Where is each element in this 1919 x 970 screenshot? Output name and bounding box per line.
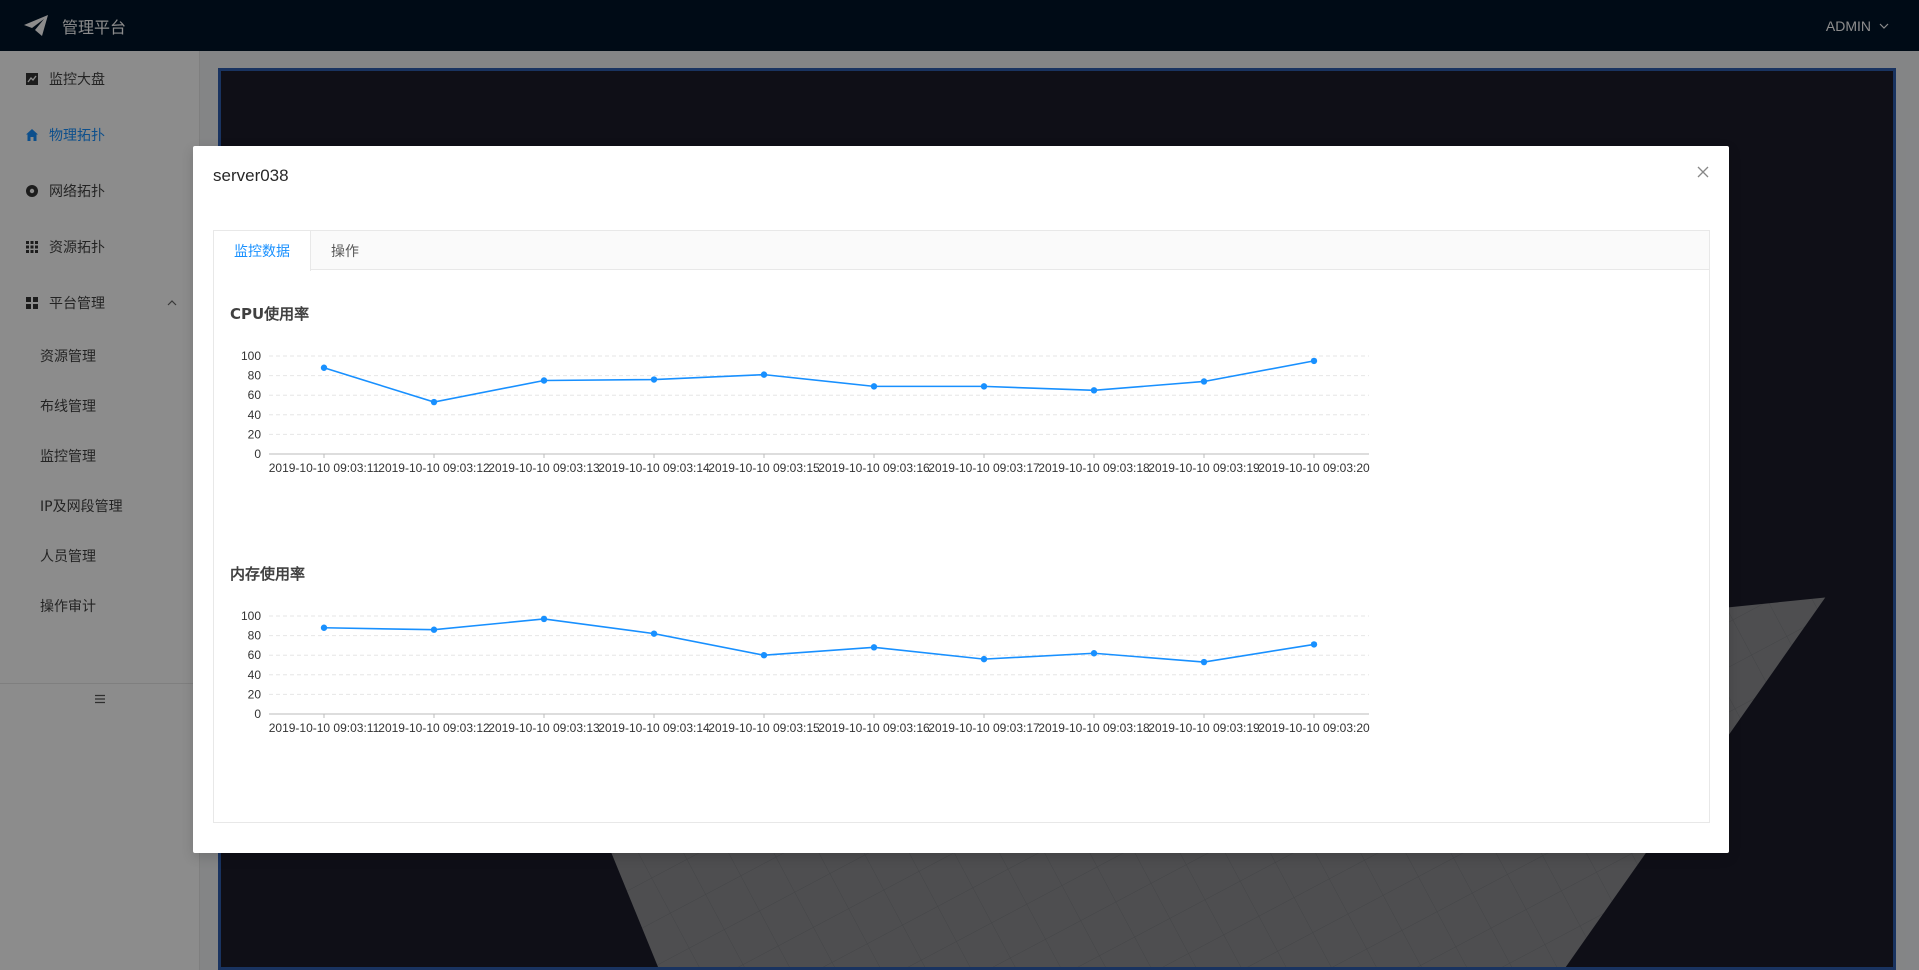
x-tick-label: 2019-10-10 09:03:14 [598, 721, 710, 735]
data-point [1090, 387, 1098, 394]
x-tick-label: 2019-10-10 09:03:19 [1148, 461, 1260, 475]
data-point [980, 383, 988, 390]
data-point [980, 655, 988, 663]
cpu-usage-chart: 0204060801002019-10-10 09:03:11 2019-10-1… [241, 349, 1370, 475]
close-icon[interactable] [1695, 164, 1711, 180]
x-tick-label: 2019-10-10 09:03:13 [488, 461, 600, 475]
x-tick-label: 2019-10-10 09:03:15 [708, 461, 820, 475]
data-point [870, 383, 878, 390]
y-tick-label: 20 [248, 687, 262, 701]
cpu-chart-title: CPU使用率 [230, 305, 310, 323]
data-point [650, 630, 658, 637]
data-point [320, 624, 328, 631]
x-tick-label: 2019-10-10 09:03:12 [378, 461, 490, 475]
x-tick-label: 2019-10-10 09:03:20 [1258, 461, 1370, 475]
y-tick-label: 100 [241, 349, 261, 363]
data-point [870, 644, 878, 651]
y-tick-label: 80 [248, 369, 262, 383]
data-point [1200, 378, 1208, 385]
y-tick-label: 80 [248, 629, 262, 643]
x-tick-label: 2019-10-10 09:03:18 [1038, 461, 1150, 475]
tab-bar: 监控数据 操作 [214, 231, 1709, 271]
data-point [760, 371, 768, 378]
x-tick-label: 2019-10-10 09:03:13 [488, 721, 600, 735]
x-tick-label: 2019-10-10 09:03:16 [818, 721, 930, 735]
server-detail-modal: server038 监控数据 操作 CPU使用率 0 20 40 60 80 100 201… [193, 146, 1729, 853]
y-tick-label: 40 [248, 668, 262, 682]
tab-operations[interactable]: 操作 [311, 231, 379, 270]
y-tick-label: 20 [248, 427, 262, 441]
memory-chart-title: 内存使用率 [230, 565, 306, 583]
y-tick-label: 0 [254, 447, 261, 461]
x-tick-label: 2019-10-10 09:03:12 [378, 721, 490, 735]
x-tick-label: 2019-10-10 09:03:17 [928, 461, 1040, 475]
y-tick-label: 60 [248, 648, 262, 662]
data-point [430, 398, 438, 406]
x-tick-label: 2019-10-10 09:03:14 [598, 461, 710, 475]
x-tick-label: 2019-10-10 09:03:16 [818, 461, 930, 475]
y-tick-label: 40 [248, 408, 262, 422]
x-tick-label: 2019-10-10 09:03:18 [1038, 721, 1150, 735]
data-point [320, 364, 328, 371]
data-point [650, 376, 658, 383]
data-point [540, 615, 548, 623]
tabs-card: 监控数据 操作 CPU使用率 0 20 40 60 80 100 2019-10-10 09… [213, 230, 1710, 823]
x-tick-label: 2019-10-10 09:03:15 [708, 721, 820, 735]
data-point [760, 652, 768, 659]
y-tick-label: 0 [254, 707, 261, 721]
data-point [1090, 650, 1098, 657]
data-point [540, 377, 548, 384]
y-tick-label: 60 [248, 388, 262, 402]
x-tick-label: 2019-10-10 09:03:17 [928, 721, 1040, 735]
x-tick-label: 2019-10-10 09:03:20 [1258, 721, 1370, 735]
data-point [1310, 357, 1318, 365]
modal-title: server038 [213, 166, 289, 185]
x-tick-label: 2019-10-10 09:03:11 [269, 721, 380, 735]
data-point [1310, 641, 1318, 648]
y-tick-label: 100 [241, 609, 261, 623]
x-tick-label: 2019-10-10 09:03:19 [1148, 721, 1260, 735]
data-point [430, 626, 438, 633]
tab-monitor-data[interactable]: 监控数据 [214, 231, 311, 271]
data-point [1200, 658, 1208, 666]
series-line [323, 360, 1315, 403]
x-tick-label: 2019-10-10 09:03:11 [269, 461, 380, 475]
memory-usage-chart: 0204060801002019-10-10 09:03:11 2019-10-1… [241, 609, 1370, 735]
